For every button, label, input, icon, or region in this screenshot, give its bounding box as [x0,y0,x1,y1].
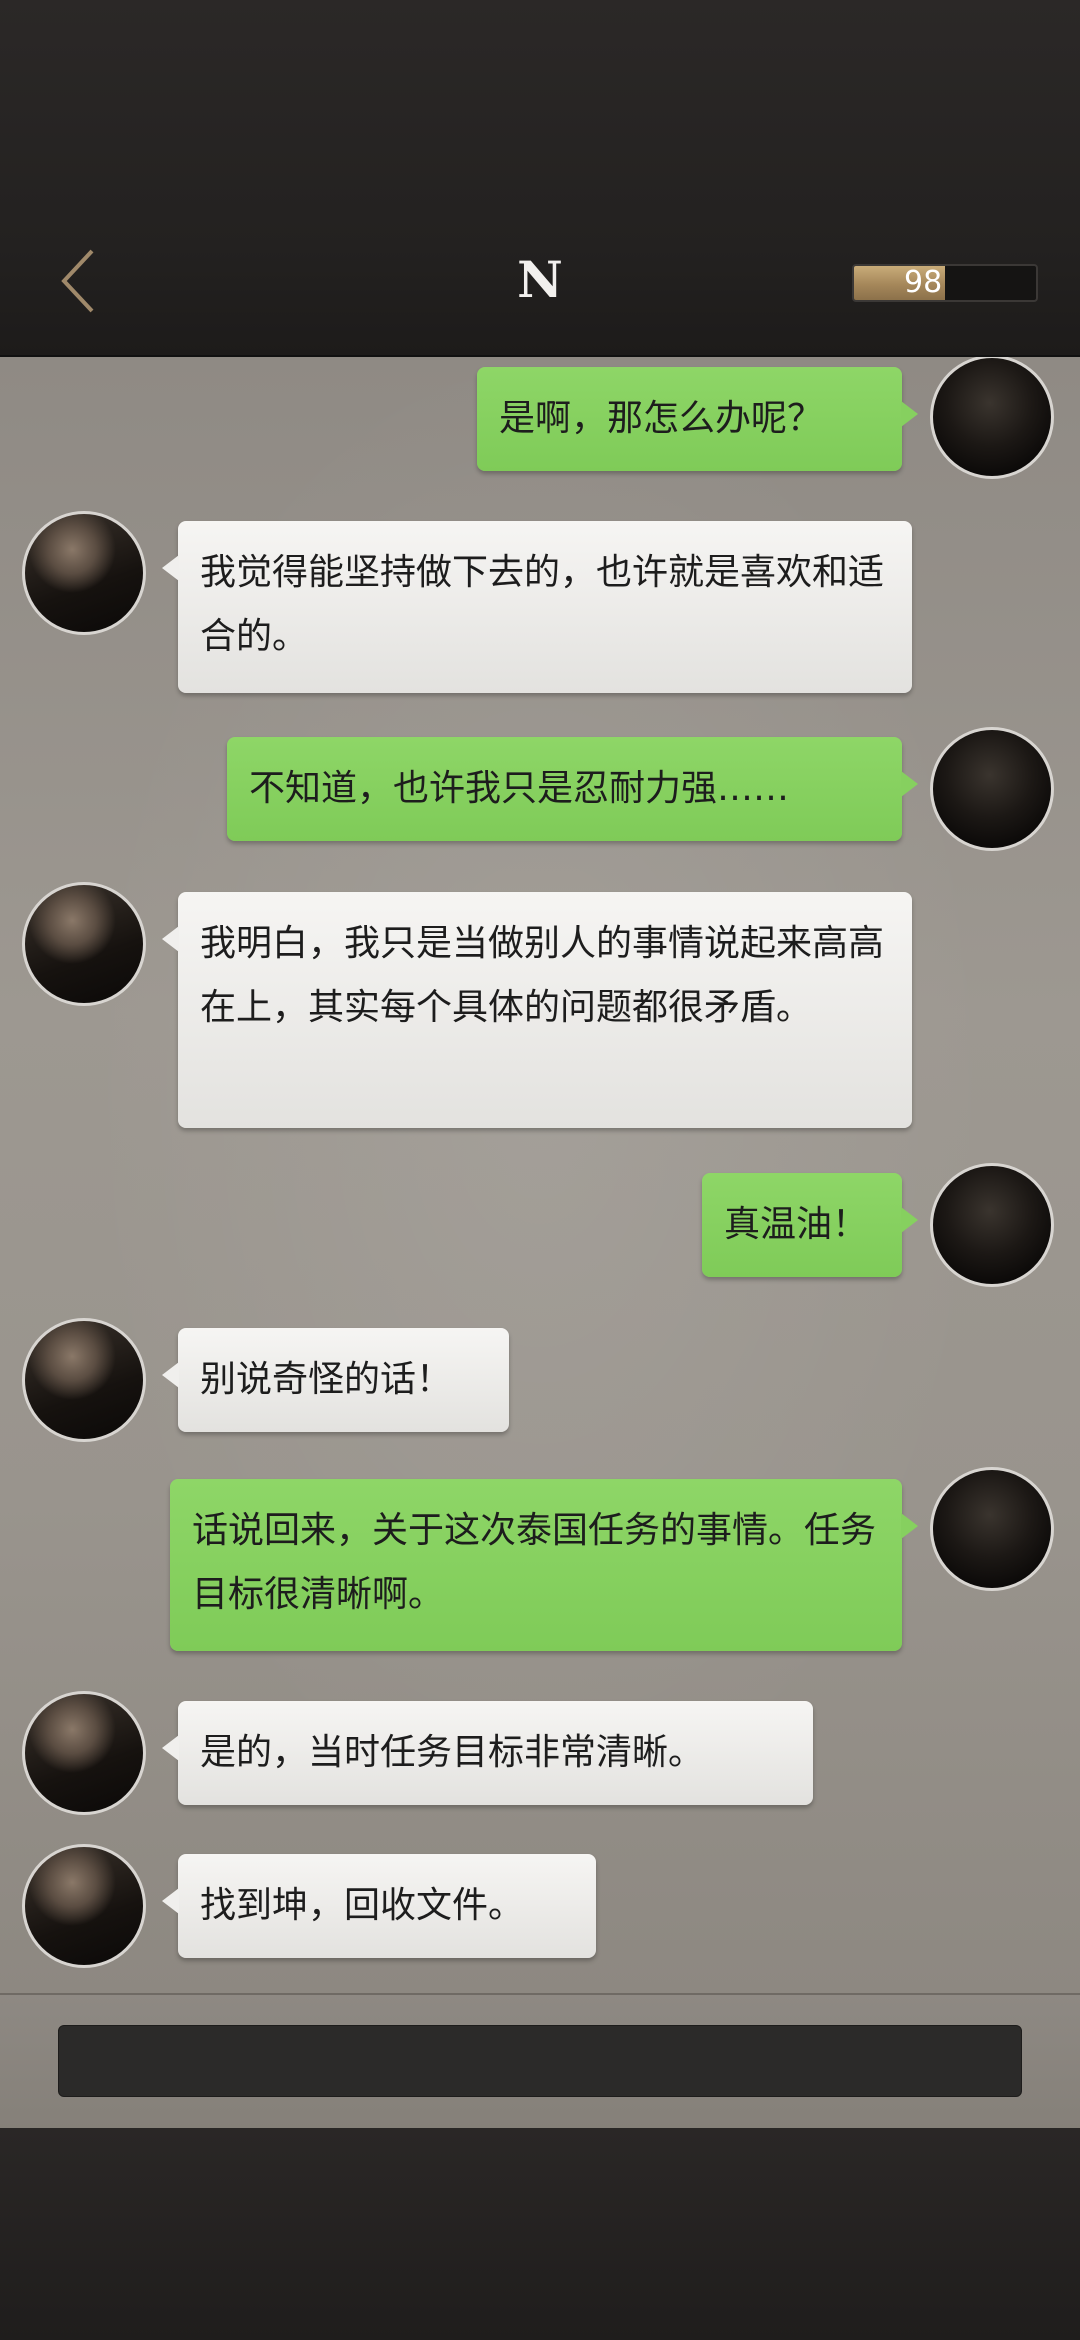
my-avatar[interactable] [930,357,1054,479]
back-button[interactable] [52,245,112,317]
message-bubble-sent: 是啊，那怎么办呢？ [477,367,918,471]
contact-avatar[interactable] [22,511,146,635]
message-text: 别说奇怪的话！ [200,1359,453,1400]
message-text: 找到坤，回收文件。 [200,1885,525,1926]
contact-avatar[interactable] [22,1844,146,1968]
message-bubble-received: 我觉得能坚持做下去的，也许就是喜欢和适合的。 [162,521,912,693]
message-bubble-received: 找到坤，回收文件。 [162,1854,596,1958]
chat-area: 是啊，那怎么办呢？ 我觉得能坚持做下去的，也许就是喜欢和适合的。 不知道，也许我… [0,357,1080,1993]
message-bubble-received: 我明白，我只是当做别人的事情说起来高高在上，其实每个具体的问题都很矛盾。 [162,892,912,1128]
message-bubble-sent: 话说回来，关于这次泰国任务的事情。任务目标很清晰啊。 [170,1479,918,1651]
message-text: 是啊，那怎么办呢？ [499,398,824,439]
message-text: 不知道，也许我只是忍耐力强…… [249,768,790,809]
message-text: 我觉得能坚持做下去的，也许就是喜欢和适合的。 [200,552,885,657]
my-avatar[interactable] [930,1163,1054,1287]
contact-avatar[interactable] [22,1691,146,1815]
message-input[interactable] [58,2025,1022,2097]
chevron-left-icon [61,249,94,313]
contact-avatar[interactable] [22,1318,146,1442]
bottom-panel [0,2128,1080,2340]
contact-avatar[interactable] [22,882,146,1006]
message-bubble-sent: 不知道，也许我只是忍耐力强…… [227,737,918,841]
message-text: 我明白，我只是当做别人的事情说起来高高在上，其实每个具体的问题都很矛盾。 [200,923,885,1028]
message-bubble-received: 是的，当时任务目标非常清晰。 [162,1701,813,1805]
my-avatar[interactable] [930,1467,1054,1591]
message-bubble-sent: 真温油！ [702,1173,918,1277]
page-title: N [517,250,563,309]
message-text: 话说回来，关于这次泰国任务的事情。任务目标很清晰啊。 [192,1510,877,1615]
message-text: 是的，当时任务目标非常清晰。 [200,1732,705,1773]
message-bubble-received: 别说奇怪的话！ [162,1328,509,1432]
energy-value: 98 [904,265,943,300]
input-bar [0,1993,1080,2130]
my-avatar[interactable] [930,727,1054,851]
energy-meter: 98 [852,264,1038,302]
message-text: 真温油！ [724,1204,869,1245]
top-bar: N 98 [0,0,1080,357]
